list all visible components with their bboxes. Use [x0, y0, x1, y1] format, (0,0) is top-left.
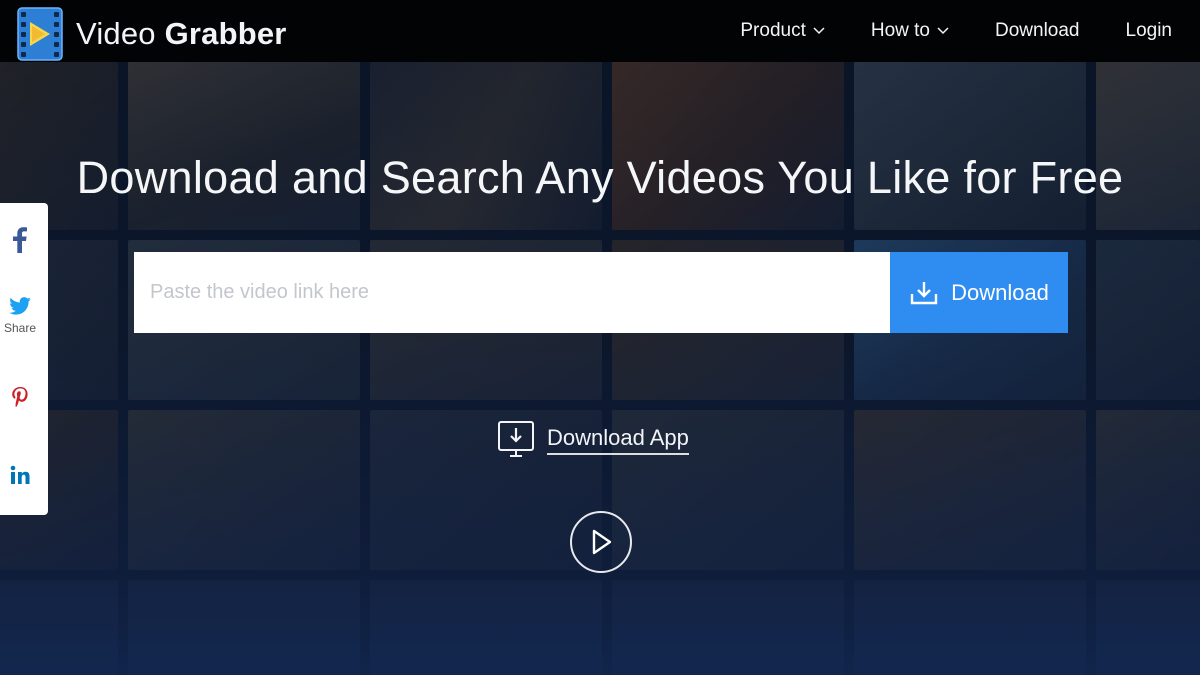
share-sidebar: Share [0, 203, 48, 515]
download-app-link[interactable]: Download App [497, 420, 689, 460]
nav-how-to[interactable]: How to [871, 20, 949, 42]
download-tray-icon [910, 281, 938, 304]
nav-download-label: Download [995, 20, 1080, 41]
share-facebook[interactable] [0, 227, 40, 253]
nav-login-label: Login [1125, 20, 1173, 41]
play-video-button[interactable] [570, 511, 632, 573]
share-twitter[interactable]: Share [0, 297, 40, 335]
pinterest-icon [12, 387, 28, 408]
share-label: Share [3, 321, 37, 335]
share-linkedin[interactable] [0, 465, 40, 485]
download-button[interactable]: Download [890, 252, 1068, 333]
twitter-icon [9, 297, 31, 315]
app-name-bold: Grabber [164, 16, 287, 51]
nav-how-to-label: How to [870, 20, 930, 41]
nav-product[interactable]: Product [740, 20, 825, 42]
search-bar: Download [134, 252, 1068, 333]
share-pinterest[interactable] [0, 387, 40, 409]
chevron-down-icon [813, 27, 825, 35]
top-nav-bar: Video Grabber Product How to Download Lo… [0, 0, 1200, 62]
facebook-icon [13, 227, 27, 253]
main-nav: Product How to Download Login [694, 0, 1172, 62]
video-link-input[interactable] [134, 252, 890, 333]
play-circle-icon [592, 529, 612, 555]
hero-title: Download and Search Any Videos You Like … [76, 152, 1124, 203]
app-name-light: Video [76, 16, 156, 51]
download-button-label: Download [951, 279, 1049, 305]
app-name: Video Grabber [76, 16, 287, 52]
download-app-label: Download App [547, 425, 689, 455]
chevron-down-icon [937, 27, 949, 35]
nav-login[interactable]: Login [1126, 20, 1173, 42]
monitor-download-icon [498, 421, 534, 457]
logo[interactable]: Video Grabber [14, 6, 287, 62]
nav-download[interactable]: Download [995, 20, 1080, 42]
linkedin-icon [10, 465, 30, 484]
film-strip-play-icon [14, 6, 66, 62]
nav-product-label: Product [740, 20, 806, 41]
